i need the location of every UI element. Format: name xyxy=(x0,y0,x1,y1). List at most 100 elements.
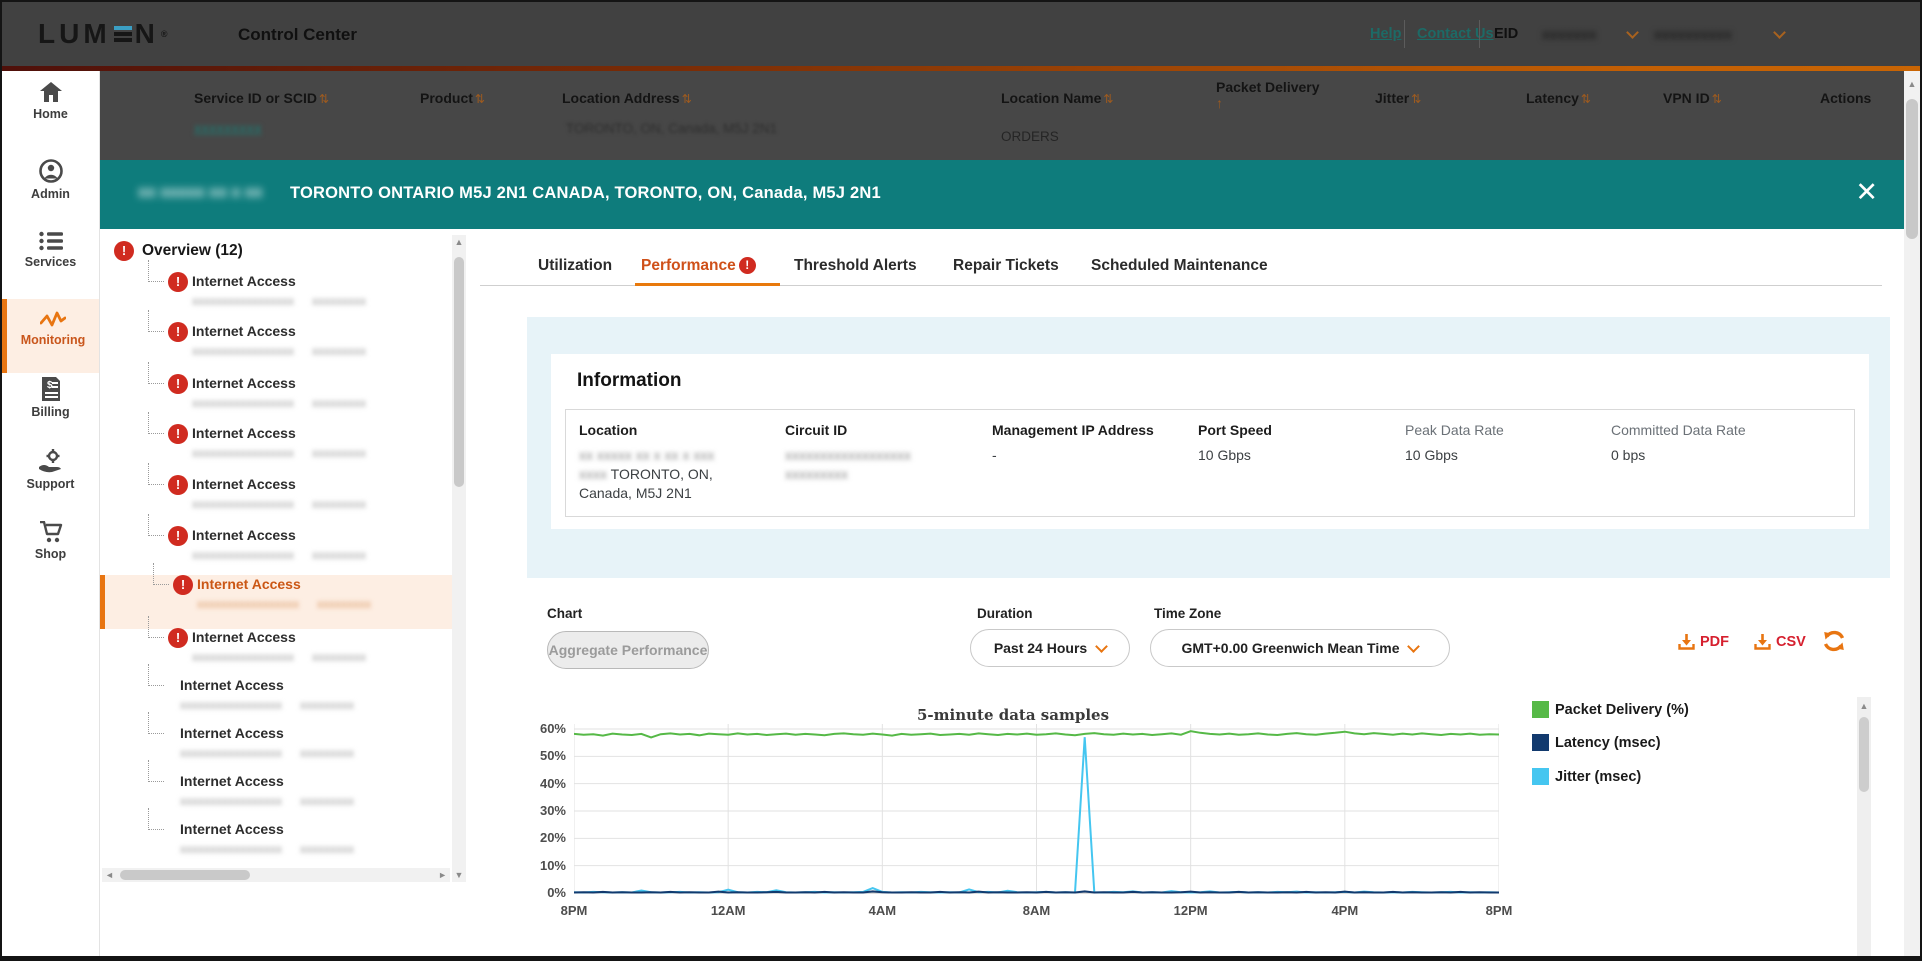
contact-us-link[interactable]: Contact Us xyxy=(1417,26,1494,42)
sort-icon[interactable]: ⇅ xyxy=(1581,92,1591,106)
masked-text: xxxx xyxy=(579,466,607,482)
timezone-label: Time Zone xyxy=(1154,606,1222,621)
sort-ascending-icon[interactable]: ↑ xyxy=(1216,95,1223,111)
banner-address: TORONTO ONTARIO M5J 2N1 CANADA, TORONTO,… xyxy=(290,184,881,202)
chevron-down-icon xyxy=(1095,639,1109,653)
tab-repair-tickets[interactable]: Repair Tickets xyxy=(953,257,1059,275)
sidebar-item-billing[interactable]: $ Billing xyxy=(2,377,99,437)
tree-item-subtitle: xxxxxxxxxxxxxxxxx xxxxxxxxx xyxy=(192,294,366,308)
legend-item-jitter: Jitter (msec) xyxy=(1532,768,1641,785)
field-management-ip: Management IP Address - xyxy=(992,422,1154,463)
content-scrollbar[interactable]: ▲ xyxy=(1857,697,1871,956)
column-header[interactable]: Packet Delivery ↑ xyxy=(1216,79,1320,111)
tree-item-subtitle: xxxxxxxxxxxxxxxxx xxxxxxxxx xyxy=(180,842,354,856)
tab-scheduled-maintenance[interactable]: Scheduled Maintenance xyxy=(1091,257,1268,275)
sidebar-item-admin[interactable]: Admin xyxy=(2,159,99,219)
download-csv-button[interactable]: CSV xyxy=(1754,633,1806,650)
support-icon xyxy=(38,449,61,473)
scrollbar-thumb[interactable] xyxy=(1859,717,1869,792)
tree-item-label: Internet Access xyxy=(180,773,284,789)
field-committed-data-rate: Committed Data Rate 0 bps xyxy=(1611,422,1746,463)
scroll-up-icon[interactable]: ▲ xyxy=(1904,79,1920,89)
legend-swatch-navy xyxy=(1532,734,1549,751)
sort-icon[interactable]: ⇅ xyxy=(319,92,329,106)
shop-icon xyxy=(39,521,62,543)
svg-text:$: $ xyxy=(47,380,53,391)
tree-scrollbar-vertical[interactable]: ▲ ▼ xyxy=(452,235,466,882)
scrollbar-thumb[interactable] xyxy=(120,870,250,880)
eid-label: EID xyxy=(1494,26,1519,42)
sort-icon[interactable]: ⇅ xyxy=(1103,92,1113,106)
column-header[interactable]: Location Name ⇅ xyxy=(1001,90,1113,106)
close-icon[interactable]: ✕ xyxy=(1855,177,1878,208)
logo-letter-n: N xyxy=(134,18,159,49)
tab-performance[interactable]: Performance! xyxy=(641,257,756,275)
chart-label: Chart xyxy=(547,606,583,621)
x-axis-label: 4PM xyxy=(1331,903,1359,918)
alert-icon: ! xyxy=(738,257,756,274)
column-header[interactable]: Location Address ⇅ xyxy=(562,90,692,106)
x-axis-label: 4AM xyxy=(868,903,897,918)
application-window: LUM N ® Control Center Help Contact Us E… xyxy=(0,0,1922,961)
sort-icon[interactable]: ⇅ xyxy=(682,92,692,106)
column-header[interactable]: Product ⇅ xyxy=(420,90,485,106)
aggregate-performance-button[interactable]: Aggregate Performance xyxy=(547,631,709,669)
page-scrollbar[interactable]: ▲ xyxy=(1904,71,1920,956)
refresh-icon xyxy=(1823,630,1845,652)
service-id-link-masked[interactable]: xxxxxxxxx xyxy=(194,121,262,136)
row-location-name: ORDERS xyxy=(1001,129,1059,144)
legend-item-packet-delivery: Packet Delivery (%) xyxy=(1532,701,1689,718)
sidebar-nav: Home Admin Services Monitoring $ Billing… xyxy=(2,71,100,956)
services-tree-panel: ! Overview (12) ! Internet Access xxxxxx… xyxy=(100,229,468,956)
sort-icon[interactable]: ⇅ xyxy=(1411,92,1421,106)
tree-connector-line xyxy=(153,563,169,585)
download-pdf-button[interactable]: PDF xyxy=(1678,633,1729,650)
scrollbar-thumb[interactable] xyxy=(454,257,464,487)
sidebar-item-monitoring[interactable]: Monitoring xyxy=(2,299,99,373)
timezone-dropdown[interactable]: GMT+0.00 Greenwich Mean Time xyxy=(1150,629,1450,667)
eid-chevron-down-icon[interactable] xyxy=(1626,26,1639,39)
logo-stylized-e xyxy=(113,24,132,44)
scroll-up-icon[interactable]: ▲ xyxy=(452,237,466,247)
tab-utilization[interactable]: Utilization xyxy=(538,257,612,275)
sidebar-item-services[interactable]: Services xyxy=(2,231,99,291)
legend-swatch-green xyxy=(1532,701,1549,718)
scroll-right-icon[interactable]: ► xyxy=(438,870,447,880)
tree-item-label: Internet Access xyxy=(192,527,296,543)
scroll-up-icon[interactable]: ▲ xyxy=(1857,701,1871,711)
field-port-speed: Port Speed 10 Gbps xyxy=(1198,422,1272,463)
alert-icon: ! xyxy=(114,241,134,261)
column-header[interactable]: Jitter ⇅ xyxy=(1375,90,1421,106)
sort-icon[interactable]: ⇅ xyxy=(475,92,485,106)
tab-threshold-alerts[interactable]: Threshold Alerts xyxy=(794,257,917,275)
y-axis-label: 30% xyxy=(539,803,566,818)
tree-scrollbar-horizontal[interactable]: ◄ ► xyxy=(102,868,450,882)
scrollbar-thumb[interactable] xyxy=(1906,99,1918,239)
alert-icon: ! xyxy=(168,424,188,444)
banner-masked-prefix: xx xxxxx xx x xx xyxy=(138,184,263,201)
account-value-masked[interactable]: xxxxxxxxxx xyxy=(1654,26,1732,42)
tree-item-label: Internet Access xyxy=(192,476,296,492)
tree-header[interactable]: ! Overview (12) xyxy=(114,241,243,261)
top-header: LUM N ® Control Center Help Contact Us E… xyxy=(2,2,1920,66)
help-link[interactable]: Help xyxy=(1370,26,1401,42)
sidebar-item-home[interactable]: Home xyxy=(2,81,99,141)
scroll-left-icon[interactable]: ◄ xyxy=(105,870,114,880)
eid-value-masked[interactable]: xxxxxxx xyxy=(1542,26,1597,42)
sort-icon[interactable]: ⇅ xyxy=(1712,92,1722,106)
sidebar-item-shop[interactable]: Shop xyxy=(2,521,99,581)
column-header[interactable]: Service ID or SCID ⇅ xyxy=(194,90,329,106)
tree-item[interactable]: Internet Access xxxxxxxxxxxxxxxxx xxxxxxx… xyxy=(100,808,454,866)
tree-item-label: Internet Access xyxy=(192,273,296,289)
y-axis-label: 50% xyxy=(539,748,566,764)
tree-item-subtitle: xxxxxxxxxxxxxxxxx xxxxxxxxx xyxy=(192,344,366,358)
page-title: Control Center xyxy=(238,25,357,44)
account-chevron-down-icon[interactable] xyxy=(1773,26,1786,39)
column-header[interactable]: Latency ⇅ xyxy=(1526,90,1591,106)
y-axis-label: 40% xyxy=(539,775,566,791)
duration-dropdown[interactable]: Past 24 Hours xyxy=(970,629,1130,667)
refresh-button[interactable] xyxy=(1822,629,1846,653)
sidebar-item-support[interactable]: Support xyxy=(2,449,99,509)
column-header[interactable]: VPN ID ⇅ xyxy=(1663,90,1722,106)
scroll-down-icon[interactable]: ▼ xyxy=(452,870,466,880)
